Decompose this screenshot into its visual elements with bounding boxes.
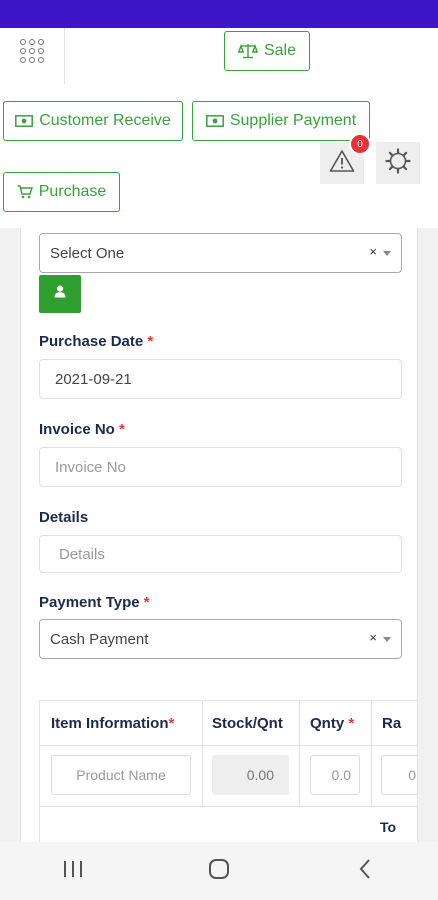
required-mark: * [348,714,355,732]
purchase-date-label-text: Purchase Date [39,333,144,350]
invoice-no-label-text: Invoice No [39,421,115,438]
clear-selection-icon[interactable]: × [369,630,377,645]
purchase-items-table: Item Information * Stock/Qnt Qnty * Ra Pr… [39,700,417,842]
recent-apps-icon [62,860,84,883]
notification-count-badge: 0 [349,133,371,155]
home-button[interactable] [189,851,249,891]
payment-type-label: Payment Type * [39,594,150,611]
invoice-no-field[interactable]: Invoice No [39,447,402,487]
required-mark: * [143,594,150,611]
stock-quantity-field: 0.00 [212,755,289,795]
clear-selection-icon[interactable]: × [369,244,377,259]
supplier-payment-button[interactable]: Supplier Payment [192,101,370,141]
purchase-date-label: Purchase Date * [39,333,153,350]
row-divider [40,806,417,807]
row-divider [40,745,417,746]
column-header-item-information: Item Information * [51,701,201,745]
home-icon [208,858,230,885]
customer-receive-label: Customer Receive [39,112,171,129]
chevron-down-icon[interactable] [383,251,391,256]
supplier-payment-label: Supplier Payment [229,112,357,129]
details-field[interactable]: Details [39,535,402,573]
warning-icon [329,149,355,178]
android-navigation-bar [0,842,438,900]
top-toolbar: Sale Customer Receive Supplier Payment P… [0,28,438,228]
purchase-form-card: Select One × Purchase Date * 2021-09-21 … [20,228,418,842]
apps-grid-icon[interactable] [14,36,50,66]
column-divider [371,701,372,807]
add-supplier-button[interactable] [39,275,81,313]
sale-button[interactable]: Sale [224,31,310,71]
column-divider [202,701,203,807]
settings-button[interactable] [376,142,420,184]
purchase-label: Purchase [38,183,107,200]
gear-icon [384,147,412,180]
rate-input[interactable]: 0 [381,755,417,795]
supplier-select-value: Select One [50,244,125,262]
recent-apps-button[interactable] [43,851,103,891]
column-header-stock-qnt: Stock/Qnt [212,714,283,732]
chevron-down-icon[interactable] [383,637,391,642]
required-mark: * [168,714,175,732]
toolbar-divider [64,28,65,84]
back-arrow-icon [358,858,372,885]
item-information-header-text: Item Information [51,714,169,732]
status-bar [0,0,438,28]
product-name-input[interactable]: Product Name [51,755,191,795]
customer-receive-button[interactable]: Customer Receive [3,101,183,141]
payment-type-select[interactable]: Cash Payment × [39,619,402,659]
qnty-header-text: Qnty [310,714,345,732]
required-mark: * [119,421,125,438]
cart-icon [17,185,33,199]
column-header-rate: Ra [382,714,402,732]
back-button[interactable] [335,851,395,891]
supplier-select[interactable]: Select One × [39,233,402,273]
details-label: Details [39,509,89,526]
column-header-qnty: Qnty * [310,701,372,745]
money-bill-icon [205,115,224,127]
money-bill-icon [15,115,34,127]
purchase-button[interactable]: Purchase [3,172,120,212]
required-mark: * [147,333,154,350]
quantity-input[interactable]: 0.0 [310,755,360,795]
payment-type-label-text: Payment Type [39,594,140,611]
invoice-no-label: Invoice No * [39,421,125,438]
balance-scale-icon [237,43,258,59]
purchase-date-field[interactable]: 2021-09-21 [39,359,402,399]
payment-type-value: Cash Payment [50,630,149,648]
sale-label: Sale [263,42,297,59]
user-icon [54,285,66,303]
column-divider [299,701,300,807]
total-label: To [380,819,397,835]
